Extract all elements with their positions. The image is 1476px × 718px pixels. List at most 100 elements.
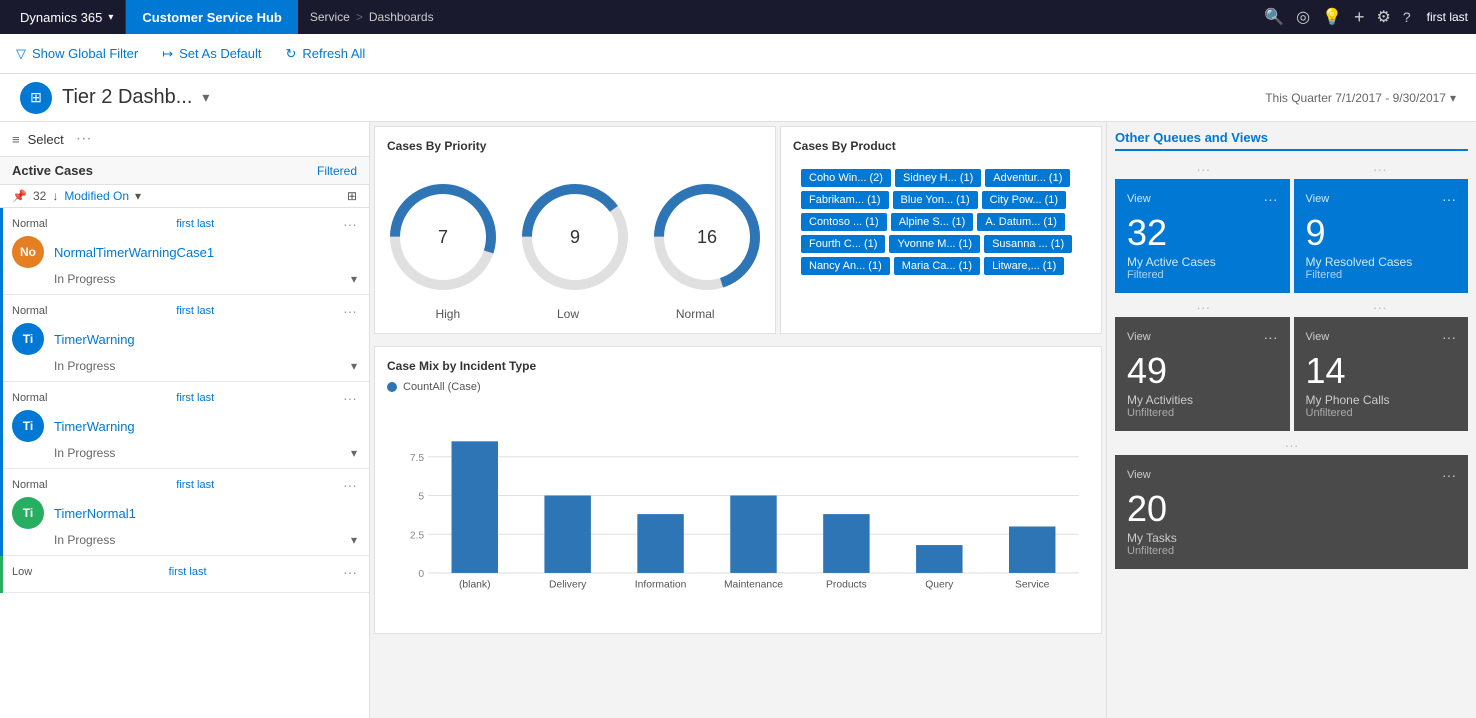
product-tag[interactable]: Contoso ... (1) (801, 213, 887, 231)
product-tag[interactable]: City Pow... (1) (982, 191, 1066, 209)
show-global-filter-btn[interactable]: ▽ Show Global Filter (16, 46, 138, 62)
case-more-icon[interactable]: ··· (343, 564, 357, 580)
favorites-icon[interactable]: ◎ (1296, 7, 1310, 27)
queue-view-link[interactable]: View (1306, 331, 1330, 343)
set-as-default-btn[interactable]: ↦ Set As Default (162, 46, 261, 62)
case-more-icon[interactable]: ··· (343, 477, 357, 493)
bar-label: Products (826, 579, 867, 590)
panel-title: Active Cases (12, 163, 93, 178)
bar[interactable] (916, 545, 962, 573)
list-item: Normal first last ··· No NormalTimerWarn… (0, 208, 369, 295)
product-tag[interactable]: Fabrikam... (1) (801, 191, 889, 209)
case-name[interactable]: NormalTimerWarningCase1 (54, 245, 214, 260)
product-tag[interactable]: A. Datum... (1) (977, 213, 1065, 231)
queue-more-icon[interactable]: ··· (1264, 329, 1278, 345)
queue-number: 32 (1127, 215, 1167, 251)
other-queues-panel: Other Queues and Views ······ View ··· 3… (1106, 122, 1476, 718)
queue-view-link[interactable]: View (1127, 331, 1151, 343)
bar[interactable] (730, 496, 776, 573)
product-tag[interactable]: Blue Yon... (1) (893, 191, 978, 209)
case-main: Ti TimerNormal1 (12, 497, 357, 529)
bar[interactable] (544, 496, 590, 573)
case-user: first last (176, 479, 214, 491)
refresh-all-btn[interactable]: ↻ Refresh All (286, 46, 366, 62)
priority-high-label: High (435, 307, 460, 321)
case-name[interactable]: TimerNormal1 (54, 506, 136, 521)
case-item[interactable]: Normal first last ··· Ti TimerWarning In… (0, 295, 369, 382)
queue-card[interactable]: View ··· 20 My Tasks Unfiltered (1115, 455, 1468, 569)
queue-view-link[interactable]: View (1306, 193, 1330, 205)
queue-more-icon[interactable]: ··· (1264, 191, 1278, 207)
expand-icon[interactable]: ▾ (351, 359, 357, 373)
product-tag[interactable]: Sidney H... (1) (895, 169, 981, 187)
app-name[interactable]: Customer Service Hub (126, 0, 297, 34)
case-user: first last (176, 305, 214, 317)
case-item[interactable]: Low first last ··· (0, 556, 369, 593)
queue-card[interactable]: View ··· 32 My Active Cases Filtered (1115, 179, 1290, 293)
panel-more-icon[interactable]: ··· (76, 130, 92, 148)
case-more-icon[interactable]: ··· (343, 303, 357, 319)
bar-label: Maintenance (724, 579, 783, 590)
donut-value: 9 (570, 227, 580, 247)
case-item[interactable]: Normal first last ··· Ti TimerNormal1 In… (0, 469, 369, 556)
expand-icon[interactable]: ▾ (351, 533, 357, 547)
dashboard-dropdown-icon[interactable]: ▾ (202, 89, 209, 106)
nav-service[interactable]: Service (310, 10, 350, 24)
case-more-icon[interactable]: ··· (343, 216, 357, 232)
donut-value: 16 (697, 227, 717, 247)
queue-view-link[interactable]: View (1127, 193, 1151, 205)
queue-more-icon[interactable]: ··· (1442, 329, 1456, 345)
search-icon[interactable]: 🔍 (1264, 7, 1284, 27)
dashboard-header: ⊞ Tier 2 Dashb... ▾ This Quarter 7/1/201… (0, 74, 1476, 122)
product-tag[interactable]: Coho Win... (2) (801, 169, 891, 187)
case-more-icon[interactable]: ··· (343, 390, 357, 406)
queue-sublabel: Unfiltered (1306, 407, 1353, 419)
queue-card[interactable]: View ··· 14 My Phone Calls Unfiltered (1294, 317, 1469, 431)
case-item[interactable]: Normal first last ··· No NormalTimerWarn… (0, 208, 369, 295)
product-tag[interactable]: Fourth C... (1) (801, 235, 885, 253)
queue-card[interactable]: View ··· 9 My Resolved Cases Filtered (1294, 179, 1469, 293)
case-name[interactable]: TimerWarning (54, 419, 135, 434)
user-name[interactable]: first last (1411, 10, 1468, 24)
product-tag[interactable]: Yvonne M... (1) (889, 235, 980, 253)
queue-view-link[interactable]: View (1127, 469, 1151, 481)
question-icon[interactable]: ? (1403, 9, 1411, 25)
add-icon[interactable]: + (1354, 7, 1365, 28)
donut-chart: 16 (651, 181, 763, 293)
chart-row-2: Case Mix by Incident Type CountAll (Case… (370, 342, 1106, 638)
svg-text:7.5: 7.5 (410, 453, 425, 464)
dots-3: ··· (1196, 299, 1210, 315)
sort-down-icon: ↓ (52, 189, 58, 203)
product-tag[interactable]: Susanna ... (1) (984, 235, 1072, 253)
quarter-selector[interactable]: This Quarter 7/1/2017 - 9/30/2017 ▾ (1265, 91, 1456, 105)
queue-label: My Activities (1127, 393, 1193, 407)
product-tag[interactable]: Nancy An... (1) (801, 257, 890, 275)
queue-more-icon[interactable]: ··· (1442, 191, 1456, 207)
chart-legend: CountAll (Case) (387, 381, 1089, 393)
case-item[interactable]: Normal first last ··· Ti TimerWarning In… (0, 382, 369, 469)
donut-chart: 9 (519, 181, 631, 293)
bar[interactable] (452, 441, 498, 573)
settings-icon[interactable]: ⚙ (1377, 7, 1391, 27)
queue-more-icon[interactable]: ··· (1442, 467, 1456, 483)
view-toggle-icon[interactable]: ⊞ (347, 189, 357, 203)
product-tag[interactable]: Adventur... (1) (985, 169, 1070, 187)
sort-by-label[interactable]: Modified On (64, 189, 129, 203)
bar[interactable] (823, 514, 869, 573)
bar-label: Query (925, 579, 954, 590)
legend-label: CountAll (Case) (403, 381, 481, 393)
case-name[interactable]: TimerWarning (54, 332, 135, 347)
expand-icon[interactable]: ▾ (351, 446, 357, 460)
product-tag[interactable]: Alpine S... (1) (891, 213, 974, 231)
expand-icon[interactable]: ▾ (351, 272, 357, 286)
help-icon[interactable]: 💡 (1322, 7, 1342, 27)
dynamics365-nav[interactable]: Dynamics 365 ▾ (8, 0, 126, 34)
bar[interactable] (1009, 526, 1055, 572)
bar[interactable] (637, 514, 683, 573)
case-status: In Progress (54, 359, 115, 373)
product-chart-title: Cases By Product (793, 139, 1089, 153)
queue-card[interactable]: View ··· 49 My Activities Unfiltered (1115, 317, 1290, 431)
select-button[interactable]: Select (28, 132, 64, 147)
product-tag[interactable]: Maria Ca... (1) (894, 257, 980, 275)
product-tag[interactable]: Litware,... (1) (984, 257, 1064, 275)
